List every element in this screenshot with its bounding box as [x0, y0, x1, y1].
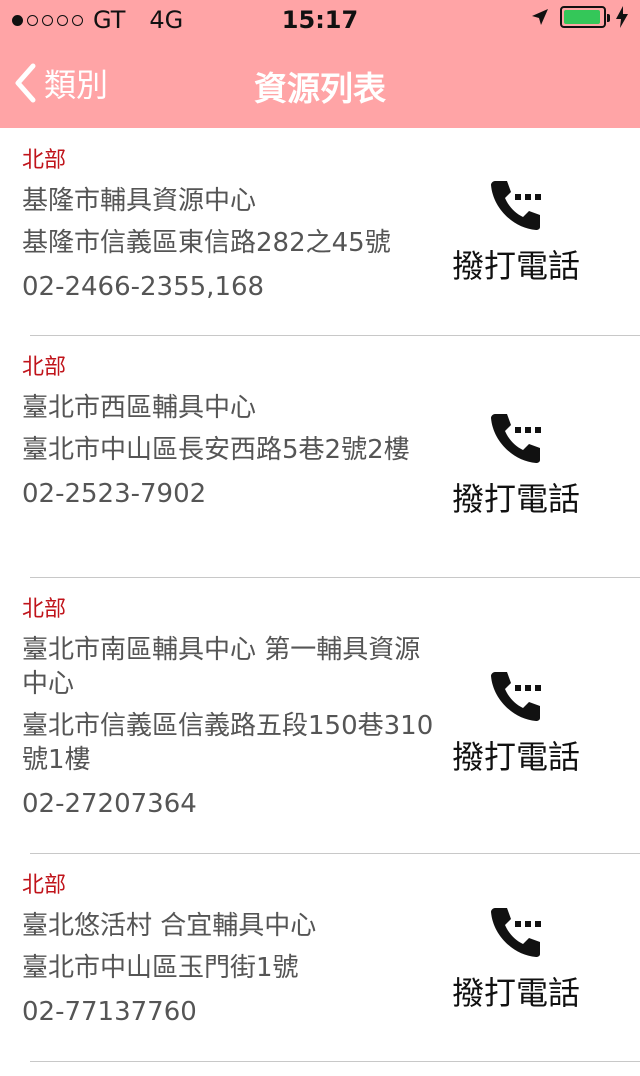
region-label: 北部 [22, 597, 67, 622]
header: GT 4G 15:17 類別 資源列表 [0, 0, 640, 128]
resource-phone: 02-27207364 [22, 789, 197, 819]
list-item: 北部 基隆市輔具資源中心 基隆市信義區東信路282之45號 02-2466-23… [0, 129, 640, 336]
region-label: 北部 [22, 148, 67, 173]
list-item: 北部 臺北悠活村 合宜輔具中心 臺北市中山區玉門街1號 02-77137760 … [0, 854, 640, 1062]
call-button[interactable]: 撥打電話 [452, 668, 580, 778]
call-button[interactable]: 撥打電話 [452, 904, 580, 1014]
row-divider [30, 1061, 640, 1062]
call-button-label: 撥打電話 [451, 480, 580, 518]
phone-call-icon [490, 908, 541, 957]
resource-address: 臺北市中山區玉門街1號 [22, 953, 299, 983]
resource-phone: 02-77137760 [22, 997, 197, 1027]
call-button-label: 撥打電話 [451, 738, 580, 776]
call-button[interactable]: 撥打電話 [452, 410, 580, 520]
list-item: 北部 臺北市西區輔具中心 臺北市中山區長安西路5巷2號2樓 02-2523-79… [0, 336, 640, 578]
charging-bolt-icon [616, 6, 628, 28]
resource-name: 臺北悠活村 合宜輔具中心 [22, 911, 317, 941]
resource-name: 臺北市南區輔具中心 第一輔具資源中心 [22, 635, 421, 699]
location-arrow-icon [532, 9, 548, 25]
resource-phone: 02-2466-2355,168 [22, 272, 265, 302]
resource-name: 臺北市西區輔具中心 [22, 393, 257, 423]
status-right [530, 6, 628, 28]
phone-call-icon [490, 414, 541, 463]
navigation-bar: 類別 資源列表 [0, 40, 640, 128]
resource-phone: 02-2523-7902 [22, 479, 207, 509]
phone-call-icon [490, 672, 541, 721]
status-bar: GT 4G 15:17 [0, 0, 640, 40]
region-label: 北部 [22, 873, 67, 898]
resource-list: 北部 基隆市輔具資源中心 基隆市信義區東信路282之45號 02-2466-23… [0, 129, 640, 1062]
list-item: 北部 臺北市南區輔具中心 第一輔具資源中心 臺北市信義區信義路五段150巷310… [0, 578, 640, 854]
call-button-label: 撥打電話 [451, 974, 580, 1012]
phone-call-icon [490, 181, 541, 230]
resource-address: 臺北市中山區長安西路5巷2號2樓 [22, 435, 410, 465]
call-button-label: 撥打電話 [451, 247, 580, 285]
resource-address: 基隆市信義區東信路282之45號 [22, 228, 391, 258]
call-button[interactable]: 撥打電話 [452, 177, 580, 287]
resource-name: 基隆市輔具資源中心 [22, 186, 257, 216]
page-title: 資源列表 [254, 69, 386, 108]
battery-icon [560, 6, 610, 28]
resource-address: 臺北市信義區信義路五段150巷310號1樓 [22, 711, 434, 775]
region-label: 北部 [22, 355, 67, 380]
